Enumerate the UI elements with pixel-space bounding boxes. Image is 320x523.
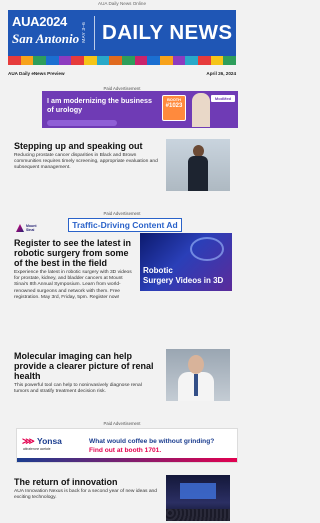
article-4-title[interactable]: The return of innovation bbox=[14, 477, 158, 487]
article-4-image[interactable] bbox=[166, 475, 230, 521]
masthead[interactable]: AUA2024 San Antonio MAY 3–6 DAILY NEWS bbox=[8, 10, 236, 56]
ad2-logo-subtitle: abiraterone acetate bbox=[23, 447, 51, 451]
mount-sinai-mark-icon bbox=[16, 224, 24, 232]
ad1-logo: ModMed bbox=[211, 95, 235, 102]
edition-meta: AUA Daily eNews Preview April 26, 2024 bbox=[8, 71, 236, 76]
caption-line-1: Robotic bbox=[143, 266, 173, 275]
ad1-pill bbox=[47, 120, 117, 126]
article-4[interactable]: The return of innovation AUA Innovation … bbox=[14, 477, 158, 501]
masthead-divider bbox=[94, 16, 95, 50]
article-3[interactable]: Molecular imaging can help provide a cle… bbox=[14, 351, 158, 395]
article-4-summary: AUA Innovation Nexus is back for a secon… bbox=[14, 489, 157, 501]
advertisement-banner-2[interactable]: ⋙ Yonsa abiraterone acetate What would c… bbox=[16, 428, 238, 463]
robot-arm-graphic bbox=[190, 237, 224, 261]
advertisement-banner-1[interactable]: I am modernizing the business of urology… bbox=[42, 91, 238, 128]
mount-sinai-logo-bottom: Sinai bbox=[26, 228, 35, 232]
ad2-cta: Find out at booth 1701. bbox=[89, 447, 162, 454]
ad1-person-image bbox=[192, 93, 210, 127]
article-2-title[interactable]: Register to see the latest in robotic su… bbox=[14, 238, 136, 268]
top-line: AUA Daily News Online bbox=[98, 1, 146, 6]
masthead-dates: MAY 3–6 bbox=[82, 22, 87, 43]
article-2-summary: Experience the latest in robotic surgery… bbox=[14, 270, 132, 300]
masthead-org: AUA2024 bbox=[12, 14, 67, 29]
ad2-logo-mark-icon: ⋙ bbox=[22, 436, 35, 446]
ad1-booth-label: BOOTH bbox=[167, 98, 181, 102]
article-2-image-caption: Robotic Surgery Videos in 3D bbox=[143, 266, 223, 285]
article-2-image[interactable]: Robotic Surgery Videos in 3D bbox=[140, 233, 232, 291]
edition-date: April 26, 2024 bbox=[206, 71, 236, 76]
masthead-title: DAILY NEWS bbox=[102, 21, 233, 44]
ad1-headline: I am modernizing the business of urology bbox=[47, 96, 153, 114]
article-2-sponsored[interactable]: Register to see the latest in robotic su… bbox=[14, 238, 136, 301]
ad-label-2: Paid Advertisement bbox=[103, 211, 141, 216]
article-1-summary: Reducing prostate cancer disparities in … bbox=[14, 153, 158, 171]
ad2-wave-decoration bbox=[17, 458, 237, 462]
ad1-booth-badge: BOOTH #1023 bbox=[162, 95, 186, 121]
ad-label-3: Paid Advertisement bbox=[103, 421, 141, 426]
sponsored-content-badge: Traffic-Driving Content Ad bbox=[68, 218, 182, 232]
ad2-question: What would coffee be without grinding? bbox=[89, 438, 215, 445]
ad2-logo: ⋙ Yonsa bbox=[22, 436, 62, 447]
article-3-image[interactable] bbox=[166, 349, 230, 401]
article-3-title[interactable]: Molecular imaging can help provide a cle… bbox=[14, 351, 158, 381]
ad2-logo-text: Yonsa bbox=[37, 436, 62, 446]
masthead-mosaic-strip bbox=[8, 56, 237, 65]
caption-line-2: Surgery Videos in 3D bbox=[143, 275, 224, 285]
edition-preview-label: AUA Daily eNews Preview bbox=[8, 71, 65, 76]
article-3-summary: This powerful tool can help to noninvasi… bbox=[14, 383, 142, 395]
article-1[interactable]: Stepping up and speaking out Reducing pr… bbox=[14, 141, 158, 172]
article-1-image[interactable] bbox=[166, 139, 230, 191]
masthead-city: San Antonio bbox=[12, 31, 80, 46]
masthead-logo: AUA2024 San Antonio MAY 3–6 bbox=[12, 14, 92, 52]
mount-sinai-logo: Mount Sinai bbox=[16, 224, 50, 234]
article-1-title[interactable]: Stepping up and speaking out bbox=[14, 141, 158, 151]
ad1-booth-number: #1023 bbox=[165, 103, 183, 110]
